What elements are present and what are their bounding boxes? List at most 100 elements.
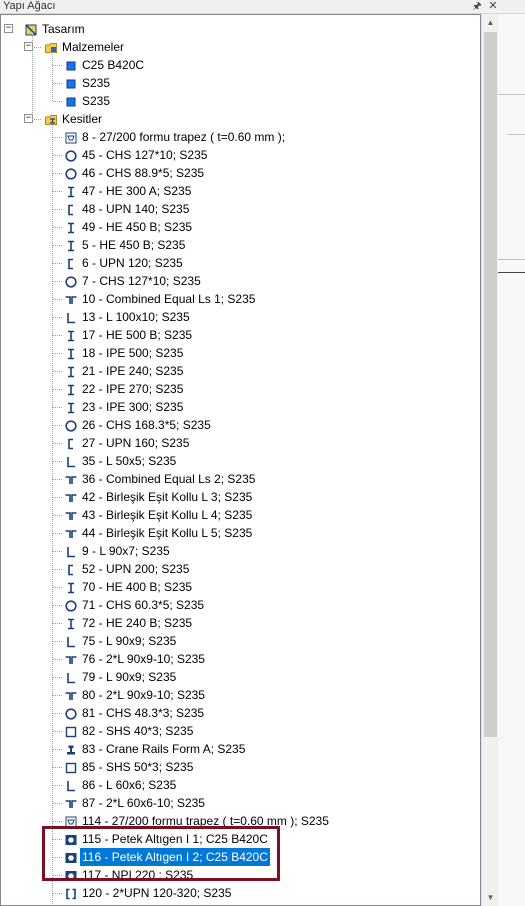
tree-node-label: 117 - NPI 220 ; S235	[82, 868, 194, 882]
channel-icon	[65, 437, 77, 450]
tree-node-section[interactable]: 47 - HE 300 A; S235	[1, 182, 480, 200]
tree-node-section[interactable]: 72 - HE 240 B; S235	[1, 614, 480, 632]
scroll-down-arrow[interactable]: ▼	[482, 889, 499, 906]
tree-node-section[interactable]: 70 - HE 400 B; S235	[1, 578, 480, 596]
tree-node-section[interactable]: 49 - HE 450 B; S235	[1, 218, 480, 236]
i-beam-icon	[65, 185, 77, 198]
double-angle-icon	[65, 527, 77, 539]
scroll-up-arrow[interactable]: ▲	[482, 14, 499, 31]
tree-node-section[interactable]: 83 - Crane Rails Form A; S235	[1, 740, 480, 758]
tree-node-section[interactable]: 43 - Birleşik Eşit Kollu L 4; S235	[1, 506, 480, 524]
tree-node-section[interactable]: 79 - L 90x9; S235	[1, 668, 480, 686]
tree-node-label: 45 - CHS 127*10; S235	[82, 148, 208, 162]
tree-node-label: 71 - CHS 60.3*5; S235	[82, 598, 205, 612]
tree-node-label: 70 - HE 400 B; S235	[82, 580, 193, 594]
tree-node-section[interactable]: 17 - HE 500 B; S235	[1, 326, 480, 344]
tree-node-section[interactable]: 44 - Birleşik Eşit Kollu L 5; S235	[1, 524, 480, 542]
tree-node-section[interactable]: 18 - IPE 500; S235	[1, 344, 480, 362]
tree-node-section[interactable]: 5 - HE 450 B; S235	[1, 236, 480, 254]
double-angle-icon	[65, 473, 77, 485]
angle-icon	[65, 635, 77, 648]
scroll-thumb[interactable]	[484, 32, 497, 737]
tree-node-label: 121 - UPN 120; S235	[80, 902, 198, 905]
close-icon[interactable]: ✕	[486, 0, 500, 13]
square-icon	[65, 725, 77, 738]
tree-node-section[interactable]: 27 - UPN 160; S235	[1, 434, 480, 452]
tree-node-section[interactable]: 85 - SHS 50*3; S235	[1, 758, 480, 776]
tree-node-section[interactable]: 115 - Petek Altıgen I 1; C25 B420C	[1, 830, 480, 848]
circle-icon	[65, 275, 77, 288]
i-beam-icon	[65, 365, 77, 378]
tree-node-section[interactable]: 82 - SHS 40*3; S235	[1, 722, 480, 740]
tree-node-section[interactable]: 116 - Petek Altıgen I 2; C25 B420C	[1, 848, 480, 866]
tree-node-label: 47 - HE 300 A; S235	[82, 184, 192, 198]
tree-node-section[interactable]: 117 - NPI 220 ; S235	[1, 866, 480, 884]
tree-node-section[interactable]: 71 - CHS 60.3*5; S235	[1, 596, 480, 614]
tree-node-section[interactable]: 36 - Combined Equal Ls 2; S235	[1, 470, 480, 488]
tree-node-label: Tasarım	[42, 22, 85, 36]
tree-node-label: 49 - HE 450 B; S235	[82, 220, 193, 234]
background-viewport	[498, 14, 525, 906]
tree-node-section[interactable]: 35 - L 50x5; S235	[1, 452, 480, 470]
i-beam-icon	[65, 401, 77, 414]
tree-node-label: 17 - HE 500 B; S235	[82, 328, 193, 342]
panel-title: Yapı Ağacı	[3, 0, 56, 12]
circle-icon	[65, 149, 77, 162]
tree-node-label: 13 - L 100x10; S235	[82, 310, 190, 324]
tree-node-label: 83 - Crane Rails Form A; S235	[82, 742, 246, 756]
hexagon-icon	[65, 869, 77, 881]
circle-icon	[65, 707, 77, 720]
tree-node-section[interactable]: 9 - L 90x7; S235	[1, 542, 480, 560]
tree-node-section[interactable]: 26 - CHS 168.3*5; S235	[1, 416, 480, 434]
tree-node-label: 80 - 2*L 90x9-10; S235	[82, 688, 205, 702]
angle-icon	[65, 779, 77, 792]
tree-node-label: 87 - 2*L 60x6-10; S235	[82, 796, 205, 810]
tree-node-label: S235	[82, 94, 111, 108]
tree-node-section[interactable]: 10 - Combined Equal Ls 1; S235	[1, 290, 480, 308]
tree-node-section[interactable]: 7 - CHS 127*10; S235	[1, 272, 480, 290]
tree-node-section[interactable]: 42 - Birleşik Eşit Kollu L 3; S235	[1, 488, 480, 506]
circle-icon	[65, 419, 77, 432]
double-channel-icon	[65, 887, 77, 900]
tree-node-section[interactable]: 46 - CHS 88.9*5; S235	[1, 164, 480, 182]
material-icon	[65, 95, 77, 107]
tree-node-section[interactable]: 13 - L 100x10; S235	[1, 308, 480, 326]
tree-node-section[interactable]: 75 - L 90x9; S235	[1, 632, 480, 650]
tree-node-section[interactable]: 48 - UPN 140; S235	[1, 200, 480, 218]
tree-node-materials[interactable]: − Malzemeler	[1, 38, 480, 56]
tree-node-label: 5 - HE 450 B; S235	[82, 238, 186, 252]
structure-tree[interactable]: − Tasarım − Malzemeler C25 B420C S235 S235 − Kes…	[0, 14, 481, 906]
expand-collapse-toggle[interactable]: −	[4, 24, 13, 33]
channel-icon	[65, 203, 77, 216]
tree-node-material[interactable]: C25 B420C	[1, 56, 480, 74]
tree-node-root[interactable]: − Tasarım	[1, 20, 480, 38]
rail-icon	[65, 743, 77, 755]
double-angle-icon	[65, 491, 77, 503]
tree-node-section[interactable]: 76 - 2*L 90x9-10; S235	[1, 650, 480, 668]
tree-node-section[interactable]: 120 - 2*UPN 120-320; S235	[1, 884, 480, 902]
vertical-scrollbar[interactable]: ▲ ▼	[481, 14, 498, 906]
tree-node-section[interactable]: 6 - UPN 120; S235	[1, 254, 480, 272]
tree-node-section[interactable]: 22 - IPE 270; S235	[1, 380, 480, 398]
tree-node-section[interactable]: 121 - UPN 120; S235	[1, 902, 480, 905]
tree-node-label: 114 - 27/200 formu trapez ( t=0.60 mm );…	[82, 814, 329, 828]
tree-node-section[interactable]: 87 - 2*L 60x6-10; S235	[1, 794, 480, 812]
tree-node-section[interactable]: 80 - 2*L 90x9-10; S235	[1, 686, 480, 704]
tree-node-section[interactable]: 8 - 27/200 formu trapez ( t=0.60 mm );	[1, 128, 480, 146]
pin-icon[interactable]: 🖈	[470, 0, 484, 13]
sections-folder-icon	[45, 113, 57, 125]
tree-node-section[interactable]: 21 - IPE 240; S235	[1, 362, 480, 380]
trapez-icon	[65, 131, 77, 144]
i-beam-icon	[65, 239, 77, 252]
tree-node-label: 10 - Combined Equal Ls 1; S235	[82, 292, 256, 306]
tree-node-section[interactable]: 81 - CHS 48.3*3; S235	[1, 704, 480, 722]
tree-node-section[interactable]: 45 - CHS 127*10; S235	[1, 146, 480, 164]
tree-node-section[interactable]: 86 - L 60x6; S235	[1, 776, 480, 794]
tree-node-section[interactable]: 23 - IPE 300; S235	[1, 398, 480, 416]
tree-node-sections[interactable]: − Kesitler	[1, 110, 480, 128]
tree-node-section[interactable]: 52 - UPN 200; S235	[1, 560, 480, 578]
tree-node-material[interactable]: S235	[1, 74, 480, 92]
tree-node-section[interactable]: 114 - 27/200 formu trapez ( t=0.60 mm );…	[1, 812, 480, 830]
tree-node-label: S235	[82, 76, 111, 90]
tree-node-material[interactable]: S235	[1, 92, 480, 110]
